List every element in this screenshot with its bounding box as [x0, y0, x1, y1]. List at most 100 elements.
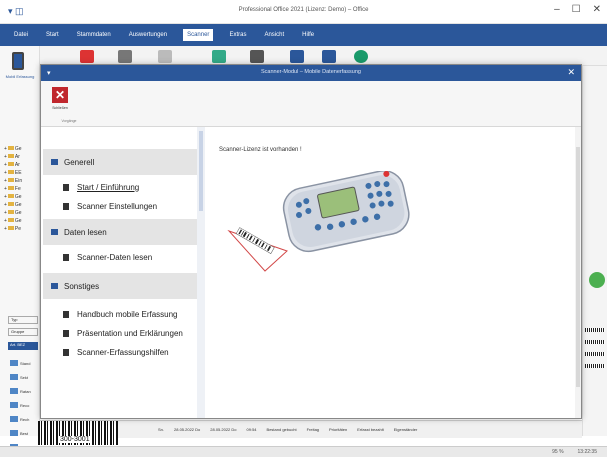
- section-sonstiges[interactable]: Sonstiges: [43, 273, 199, 299]
- sidebar-scrollbar[interactable]: [197, 127, 205, 418]
- clock: 13:22:35: [577, 449, 597, 455]
- list-item[interactable]: Reco: [10, 398, 38, 412]
- status-cell: 28.05.2022 Do: [210, 427, 237, 432]
- menu-scanner[interactable]: Scanner: [183, 29, 214, 41]
- document-icon: [63, 183, 69, 191]
- dialog-ribbon: ✕ Schließen Vorgänge: [41, 81, 581, 127]
- group-filter-input[interactable]: Gruppe: [8, 328, 38, 336]
- menu-stammdaten[interactable]: Stammdaten: [75, 30, 113, 40]
- record-icon: [10, 416, 18, 422]
- folder-tree: + Ge + Ar + Ar + EE + Ein + Fe + Ge + Ge + Ge + Ge…: [4, 146, 38, 234]
- status-cell: 28.05.2022 Do: [174, 427, 201, 432]
- section-generell[interactable]: Generell: [43, 149, 199, 175]
- tree-item[interactable]: + Ge: [4, 194, 38, 202]
- license-message: Scanner-Lizenz ist vorhanden !: [219, 147, 302, 153]
- menu-start[interactable]: Start: [44, 30, 61, 40]
- main-ribbon: [0, 46, 607, 66]
- folder-icon: [7, 218, 14, 222]
- close-button-label: Schließen: [52, 106, 68, 110]
- mobile-device-icon[interactable]: [12, 52, 24, 70]
- tools-icon[interactable]: [250, 50, 264, 63]
- folder-icon: [7, 178, 14, 182]
- window-titlebar: ▾ ◫ Professional Office 2021 (Lizenz: De…: [0, 0, 607, 24]
- minimize-icon[interactable]: –: [554, 4, 560, 15]
- dialog-close-icon[interactable]: ✕: [567, 67, 575, 78]
- calendar-icon[interactable]: [118, 50, 132, 63]
- status-cell: Bestand gebucht: [266, 427, 297, 432]
- menu-ansicht[interactable]: Ansicht: [262, 30, 286, 40]
- link-praesentation[interactable]: Präsentation und Erklärungen: [63, 326, 197, 340]
- tree-item[interactable]: + Ge: [4, 218, 38, 226]
- type-filter-input[interactable]: Typ: [8, 316, 38, 324]
- status-cell: Prioritäten: [329, 427, 348, 432]
- window-title: Professional Office 2021 (Lizenz: Demo) …: [238, 7, 369, 13]
- status-cell: 09:54: [246, 427, 257, 432]
- list-item[interactable]: Stand: [10, 356, 38, 370]
- left-navigation: Mobil Erfassung + Ge + Ar + Ar + EE + Ein + Fe…: [0, 46, 40, 450]
- list-item[interactable]: Best: [10, 426, 38, 440]
- scrollbar-thumb[interactable]: [576, 147, 580, 387]
- link-erfassungshilfen[interactable]: Scanner-Erfassungshilfen: [63, 345, 197, 359]
- record-icon: [10, 388, 18, 394]
- menu-datei[interactable]: Datei: [12, 30, 30, 40]
- warning-icon[interactable]: [80, 50, 94, 63]
- zoom-level: 95 %: [552, 449, 564, 455]
- row-marker-icon: [585, 328, 605, 332]
- record-icon: [10, 430, 18, 436]
- folder-icon: [7, 194, 14, 198]
- status-cell: Sn.: [158, 427, 165, 432]
- record-icon: [10, 402, 18, 408]
- content-scrollbar[interactable]: [575, 127, 581, 418]
- link-start-einfuehrung[interactable]: Start / Einführung: [63, 180, 197, 194]
- tree-item[interactable]: + Ar: [4, 154, 38, 162]
- section-daten-lesen[interactable]: Daten lesen: [43, 219, 199, 245]
- ribbon-group-label: Vorgänge: [61, 119, 77, 123]
- link-handbuch[interactable]: Handbuch mobile Erfassung: [63, 307, 197, 321]
- list-item[interactable]: Sekt: [10, 370, 38, 384]
- monitor-icon[interactable]: [290, 50, 304, 63]
- dialog-title: Scanner-Modul – Mobile Datenerfassung: [261, 69, 361, 75]
- list-item[interactable]: Ratan: [10, 384, 38, 398]
- section-icon: [51, 229, 58, 235]
- menu-extras[interactable]: Extras: [227, 30, 248, 40]
- folder-icon: [7, 170, 14, 174]
- record-icon: [10, 374, 18, 380]
- tree-item[interactable]: + Fe: [4, 186, 38, 194]
- list-header: Art. BEZ: [8, 342, 38, 350]
- status-cell: Erfasst bezahlt: [357, 427, 384, 432]
- list-icon[interactable]: [158, 50, 172, 63]
- scanner-dialog: ▾ Scanner-Modul – Mobile Datenerfassung …: [40, 64, 582, 419]
- link-scanner-einstellungen[interactable]: Scanner Einstellungen: [63, 199, 197, 213]
- tree-item[interactable]: + Ge: [4, 146, 38, 154]
- tree-item[interactable]: + Ein: [4, 178, 38, 186]
- folder-icon: [7, 154, 14, 158]
- tree-item[interactable]: + Ar: [4, 162, 38, 170]
- row-marker-icon: [585, 364, 605, 368]
- tree-item[interactable]: + Ge: [4, 210, 38, 218]
- list-item[interactable]: Rech: [10, 412, 38, 426]
- status-circle-icon[interactable]: [589, 272, 605, 288]
- tree-item[interactable]: + Pe: [4, 226, 38, 234]
- document-icon: [63, 329, 69, 337]
- section-icon: [51, 159, 58, 165]
- headset-icon[interactable]: [354, 50, 368, 63]
- scrollbar-thumb[interactable]: [199, 131, 203, 211]
- tree-item[interactable]: + EE: [4, 170, 38, 178]
- left-nav-label: Mobil Erfassung: [5, 74, 35, 79]
- menu-hilfe[interactable]: Hilfe: [300, 30, 316, 40]
- maximize-icon[interactable]: ☐: [572, 4, 581, 15]
- people-icon[interactable]: [212, 50, 226, 63]
- close-icon[interactable]: ✕: [593, 4, 601, 15]
- screen-icon[interactable]: [322, 50, 336, 63]
- tree-item[interactable]: + Ge: [4, 202, 38, 210]
- menu-auswertungen[interactable]: Auswertungen: [127, 30, 169, 40]
- dialog-sidebar: Generell Start / Einführung Scanner Eins…: [41, 127, 205, 418]
- status-cell: Freitag: [306, 427, 320, 432]
- folder-icon: [7, 210, 14, 214]
- laser-beam: [227, 229, 288, 272]
- folder-icon: [7, 186, 14, 190]
- folder-icon: [7, 162, 14, 166]
- close-button[interactable]: ✕ Schließen: [49, 87, 71, 117]
- record-icon: [10, 360, 18, 366]
- link-scanner-daten-lesen[interactable]: Scanner-Daten lesen: [63, 250, 197, 264]
